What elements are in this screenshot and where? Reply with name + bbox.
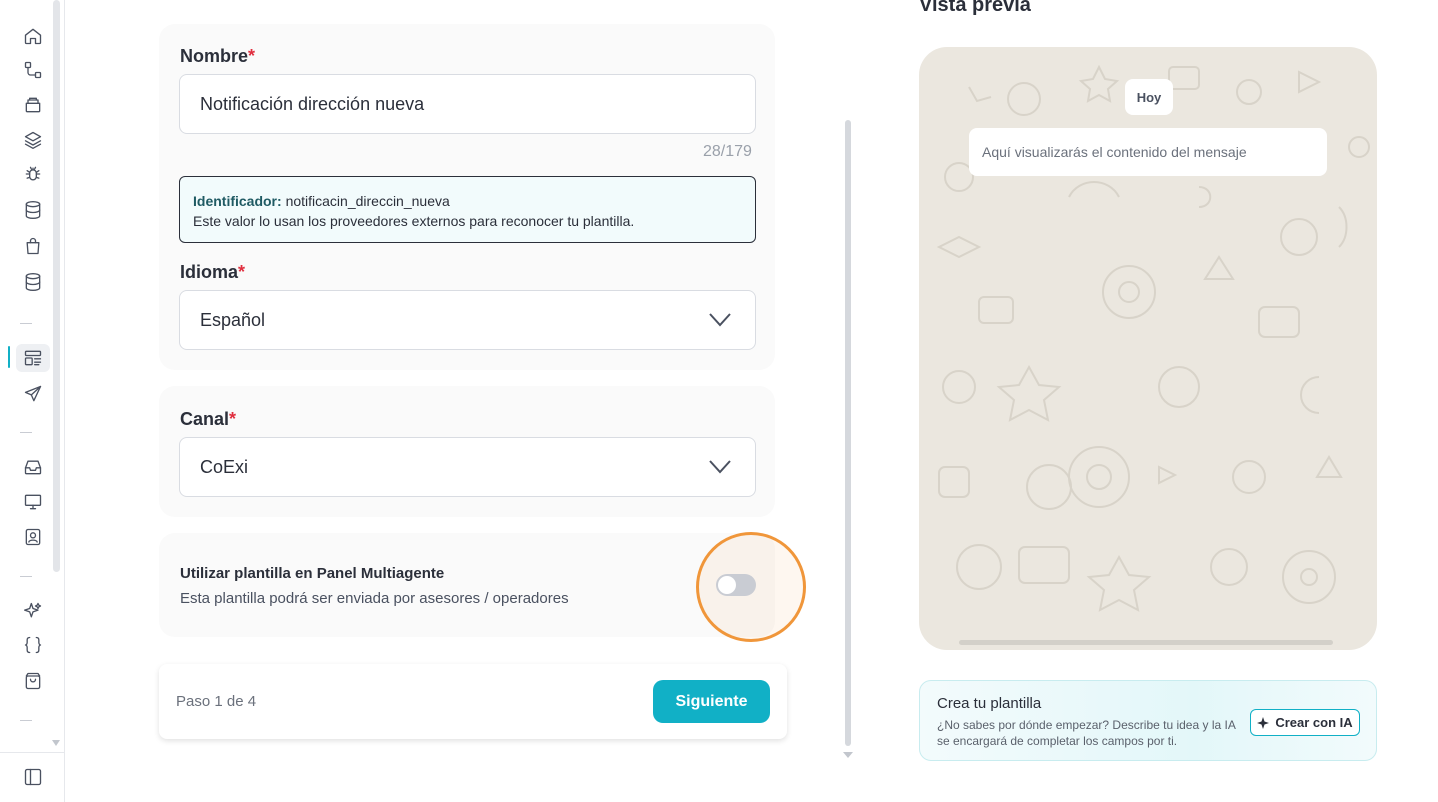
scroll-down-arrow-icon[interactable] xyxy=(52,740,60,746)
ai-card-description: ¿No sabes por dónde empezar? Describe tu… xyxy=(937,718,1236,748)
multiagent-title: Utilizar plantilla en Panel Multiagente xyxy=(180,565,445,582)
next-button[interactable]: Siguiente xyxy=(653,680,770,723)
contact-icon[interactable] xyxy=(20,524,46,550)
sidebar-separator xyxy=(20,576,32,577)
ai-card-title: Crea tu plantilla xyxy=(937,695,1042,712)
wizard-footer: Paso 1 de 4 Siguiente xyxy=(159,664,787,739)
code-braces-icon[interactable] xyxy=(20,632,46,658)
identifier-note: Este valor lo usan los proveedores exter… xyxy=(193,213,635,229)
language-label: Idioma* xyxy=(180,262,246,282)
home-icon[interactable] xyxy=(20,23,46,49)
multiagent-card xyxy=(159,533,775,637)
channel-label: Canal* xyxy=(180,409,237,429)
multiagent-toggle[interactable] xyxy=(716,574,756,596)
scroll-down-arrow-icon[interactable] xyxy=(843,752,853,758)
ai-create-card: Crea tu plantilla ¿No sabes por dónde em… xyxy=(919,680,1377,761)
chevron-down-icon xyxy=(709,311,731,327)
shopping-bag-icon[interactable] xyxy=(20,668,46,694)
database-icon[interactable] xyxy=(20,197,46,223)
panel-toggle-icon[interactable] xyxy=(20,764,46,790)
identifier-info-box: Identificador: notificacin_direccin_nuev… xyxy=(179,176,756,243)
create-with-ai-button[interactable]: Crear con IA xyxy=(1250,709,1360,736)
bag-icon[interactable] xyxy=(20,233,46,259)
name-label: Nombre* xyxy=(180,46,256,66)
sidebar-scrollbar[interactable] xyxy=(53,0,60,572)
form-scrollbar[interactable] xyxy=(845,120,851,746)
templates-icon[interactable] xyxy=(20,345,46,371)
preview-title: Vista previa xyxy=(919,0,1031,16)
message-bubble: Aquí visualizarás el contenido del mensa… xyxy=(969,128,1327,176)
toggle-knob xyxy=(718,576,736,594)
date-chip: Hoy xyxy=(1125,79,1173,115)
sidebar-separator xyxy=(20,720,32,721)
preview-scrollbar[interactable] xyxy=(959,640,1333,645)
sidebar xyxy=(0,0,65,802)
sparkle-icon xyxy=(1257,716,1270,729)
monitor-icon[interactable] xyxy=(20,489,46,515)
chevron-down-icon xyxy=(709,458,731,474)
active-indicator xyxy=(8,346,10,368)
flow-icon[interactable] xyxy=(20,57,46,83)
name-char-counter: 28/179 xyxy=(703,143,752,160)
step-indicator: Paso 1 de 4 xyxy=(176,693,257,710)
sidebar-divider xyxy=(0,752,64,753)
database-alt-icon[interactable] xyxy=(20,269,46,295)
channel-select[interactable]: CoExi xyxy=(179,437,756,497)
inbox-icon[interactable] xyxy=(20,454,46,480)
language-select[interactable]: Español xyxy=(179,290,756,350)
name-input[interactable]: Notificación dirección nueva xyxy=(179,74,756,134)
archive-icon[interactable] xyxy=(20,92,46,118)
create-with-ai-label: Crear con IA xyxy=(1275,715,1353,730)
sidebar-separator xyxy=(20,432,32,433)
preview-phone: Hoy Aquí visualizarás el contenido del m… xyxy=(919,47,1377,650)
multiagent-description: Esta plantilla podrá ser enviada por ase… xyxy=(180,590,569,607)
bug-icon[interactable] xyxy=(20,161,46,187)
identifier-label: Identificador: xyxy=(193,193,282,209)
sidebar-separator xyxy=(20,323,32,324)
send-icon[interactable] xyxy=(20,381,46,407)
sparkles-icon[interactable] xyxy=(20,598,46,624)
layers-icon[interactable] xyxy=(20,127,46,153)
identifier-value: notificacin_direccin_nueva xyxy=(285,193,450,209)
